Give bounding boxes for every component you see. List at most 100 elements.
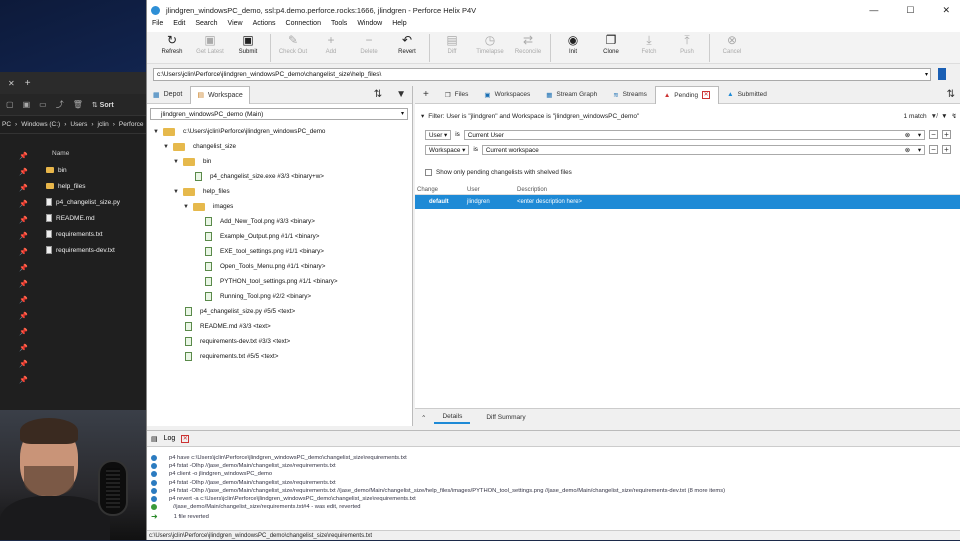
menu-connection[interactable]: Connection (286, 20, 321, 32)
tree-file[interactable]: PYTHON_tool_settings.png #1/1 <binary> (205, 274, 338, 289)
list-item[interactable]: requirements-dev.txt (46, 242, 120, 258)
address-bar[interactable]: c:\Users\jclin\Perforce\jlindgren_window… (153, 68, 931, 81)
close-tab-icon[interactable]: ✕ (702, 91, 711, 99)
tree-file[interactable]: requirements.txt #5/5 <text> (185, 349, 278, 364)
filter-summary[interactable]: ▾ Filter: User is "jlindgren" and Worksp… (415, 110, 960, 122)
fetch-button[interactable]: ⤓ Fetch (630, 32, 668, 55)
collapse-icon[interactable]: ▾ (421, 112, 424, 120)
filter-clear-icon[interactable]: ▼̸ (931, 113, 937, 120)
pin-icon[interactable]: 📌 (19, 184, 28, 200)
list-item[interactable]: help_files (46, 178, 120, 194)
diff-button[interactable]: ▤ Diff (433, 32, 471, 55)
clear-icon[interactable]: ⊗ (905, 131, 910, 140)
pin-icon[interactable]: 📌 (19, 296, 28, 312)
workspace-select[interactable]: jlindgren_windowsPC_demo (Main) ▾ (150, 108, 408, 120)
name-column-header[interactable]: Name (52, 150, 69, 157)
tab-details[interactable]: Details (434, 411, 471, 424)
tree-file[interactable]: p4_changelist_size.py #5/5 <text> (185, 304, 295, 319)
filter-field-select[interactable]: User ▾ (425, 129, 452, 140)
chevron-down-icon[interactable]: ▾ (401, 109, 404, 120)
tab-stream-graph[interactable]: ▦ Stream Graph (538, 86, 605, 104)
new-tab-button[interactable]: + (415, 86, 437, 104)
pin-icon[interactable]: 📌 (19, 312, 28, 328)
column-description[interactable]: Description (517, 187, 547, 194)
pin-icon[interactable]: 📌 (19, 168, 28, 184)
settings-icon[interactable]: ↯ (952, 112, 960, 120)
menu-tools[interactable]: Tools (331, 20, 347, 32)
tab-streams[interactable]: ≋ Streams (605, 86, 655, 104)
remove-filter-button[interactable]: − (929, 145, 938, 154)
filter-field-select[interactable]: Workspace ▾ (425, 144, 470, 155)
tree-folder[interactable]: ▼ help_files (173, 184, 230, 199)
pin-icon[interactable]: 📌 (19, 248, 28, 264)
tree-file[interactable]: requirements-dev.txt #3/3 <text> (185, 334, 290, 349)
tree-file[interactable]: Example_Output.png #1/1 <binary> (205, 229, 319, 244)
expand-icon[interactable]: ▼ (173, 159, 183, 165)
menu-window[interactable]: Window (357, 20, 382, 32)
tree-folder[interactable]: ▼ c:\Users\jclin\Perforce\jlindgren_windo… (153, 124, 325, 139)
paste-icon[interactable]: ▣ (23, 100, 31, 109)
share-icon[interactable]: ⤴ (56, 99, 64, 110)
remove-filter-button[interactable]: − (929, 130, 938, 139)
shelved-checkbox[interactable]: Show only pending changelists with shelv… (425, 169, 572, 176)
menu-edit[interactable]: Edit (173, 20, 185, 32)
pin-icon[interactable]: 📌 (19, 152, 28, 168)
tree-file[interactable]: Open_Tools_Menu.png #1/1 <binary> (205, 259, 325, 274)
pin-icon[interactable]: 📌 (19, 328, 28, 344)
tree-folder[interactable]: ▼ changelist_size (163, 139, 236, 154)
list-item[interactable]: requirements.txt (46, 226, 120, 242)
pin-icon[interactable]: 📌 (19, 360, 28, 376)
rename-icon[interactable]: ▭ (39, 100, 47, 109)
sort-icon[interactable]: ⇅ (947, 89, 955, 100)
expand-icon[interactable]: ⌃ (421, 414, 426, 422)
tree-file[interactable]: p4_changelist_size.exe #3/3 <binary+w> (195, 169, 324, 184)
tree-file[interactable]: README.md #3/3 <text> (185, 319, 271, 334)
menu-file[interactable]: File (152, 20, 163, 32)
list-item[interactable]: bin (46, 162, 120, 178)
tree-file[interactable]: Running_Tool.png #2/2 <binary> (205, 289, 311, 304)
delete-button[interactable]: − Delete (350, 32, 388, 55)
expand-icon[interactable]: ▼ (153, 129, 163, 135)
checkbox-box[interactable] (425, 169, 432, 176)
column-change[interactable]: Change (415, 187, 467, 194)
new-tab-icon[interactable]: + (25, 78, 31, 89)
push-button[interactable]: ⤒ Push (668, 32, 706, 55)
pin-icon[interactable]: 📌 (19, 216, 28, 232)
table-row[interactable]: default jlindgren <enter description her… (415, 195, 960, 209)
menu-search[interactable]: Search (195, 20, 217, 32)
maximize-icon[interactable]: ☐ (906, 5, 914, 16)
tab-submitted[interactable]: ▲ Submitted (719, 86, 775, 104)
cancel-button[interactable]: ⊗ Cancel (713, 32, 751, 55)
close-log-icon[interactable]: ✕ (181, 434, 190, 443)
column-user[interactable]: User (467, 187, 517, 194)
filter-icon[interactable]: ▼ (396, 89, 406, 100)
tree-file[interactable]: Add_New_Tool.png #3/3 <binary> (205, 214, 315, 229)
clear-icon[interactable]: ⊗ (905, 146, 910, 155)
check-out-button[interactable]: ✎ Check Out (274, 32, 312, 55)
close-icon[interactable]: ✕ (942, 5, 950, 16)
minimize-icon[interactable]: — (869, 5, 878, 16)
pin-icon[interactable]: 📌 (19, 376, 28, 392)
tab-diff-summary[interactable]: Diff Summary (478, 412, 533, 423)
tab-workspaces[interactable]: ▣ Workspaces (476, 86, 538, 104)
copy-icon[interactable]: ▢ (6, 100, 14, 109)
filter-value-input[interactable]: Current User ⊗ ▾ (463, 129, 925, 140)
pin-icon[interactable]: 📌 (19, 280, 28, 296)
tree-folder[interactable]: ▼ images (183, 199, 233, 214)
clone-button[interactable]: ❐ Clone (592, 32, 630, 55)
pin-icon[interactable]: 📌 (19, 344, 28, 360)
reconcile-button[interactable]: ⇄ Reconcile (509, 32, 547, 55)
pin-icon[interactable]: 📌 (19, 264, 28, 280)
chevron-down-icon[interactable]: ▾ (918, 131, 921, 140)
refresh-button[interactable]: ↻ Refresh (153, 32, 191, 55)
tab-pending[interactable]: ▲ Pending ✕ (654, 85, 720, 104)
add-button[interactable]: + Add (312, 32, 350, 55)
bookmark-icon[interactable] (938, 68, 946, 80)
filter-icon[interactable]: ▼ (941, 113, 947, 120)
delete-icon[interactable]: 🗑 (73, 100, 83, 109)
sort-button[interactable]: ⇅ Sort (92, 101, 114, 109)
list-item[interactable]: README.md (46, 210, 120, 226)
expand-icon[interactable]: ▼ (173, 189, 183, 195)
pin-icon[interactable]: 📌 (19, 200, 28, 216)
list-item[interactable]: p4_changelist_size.py (46, 194, 120, 210)
